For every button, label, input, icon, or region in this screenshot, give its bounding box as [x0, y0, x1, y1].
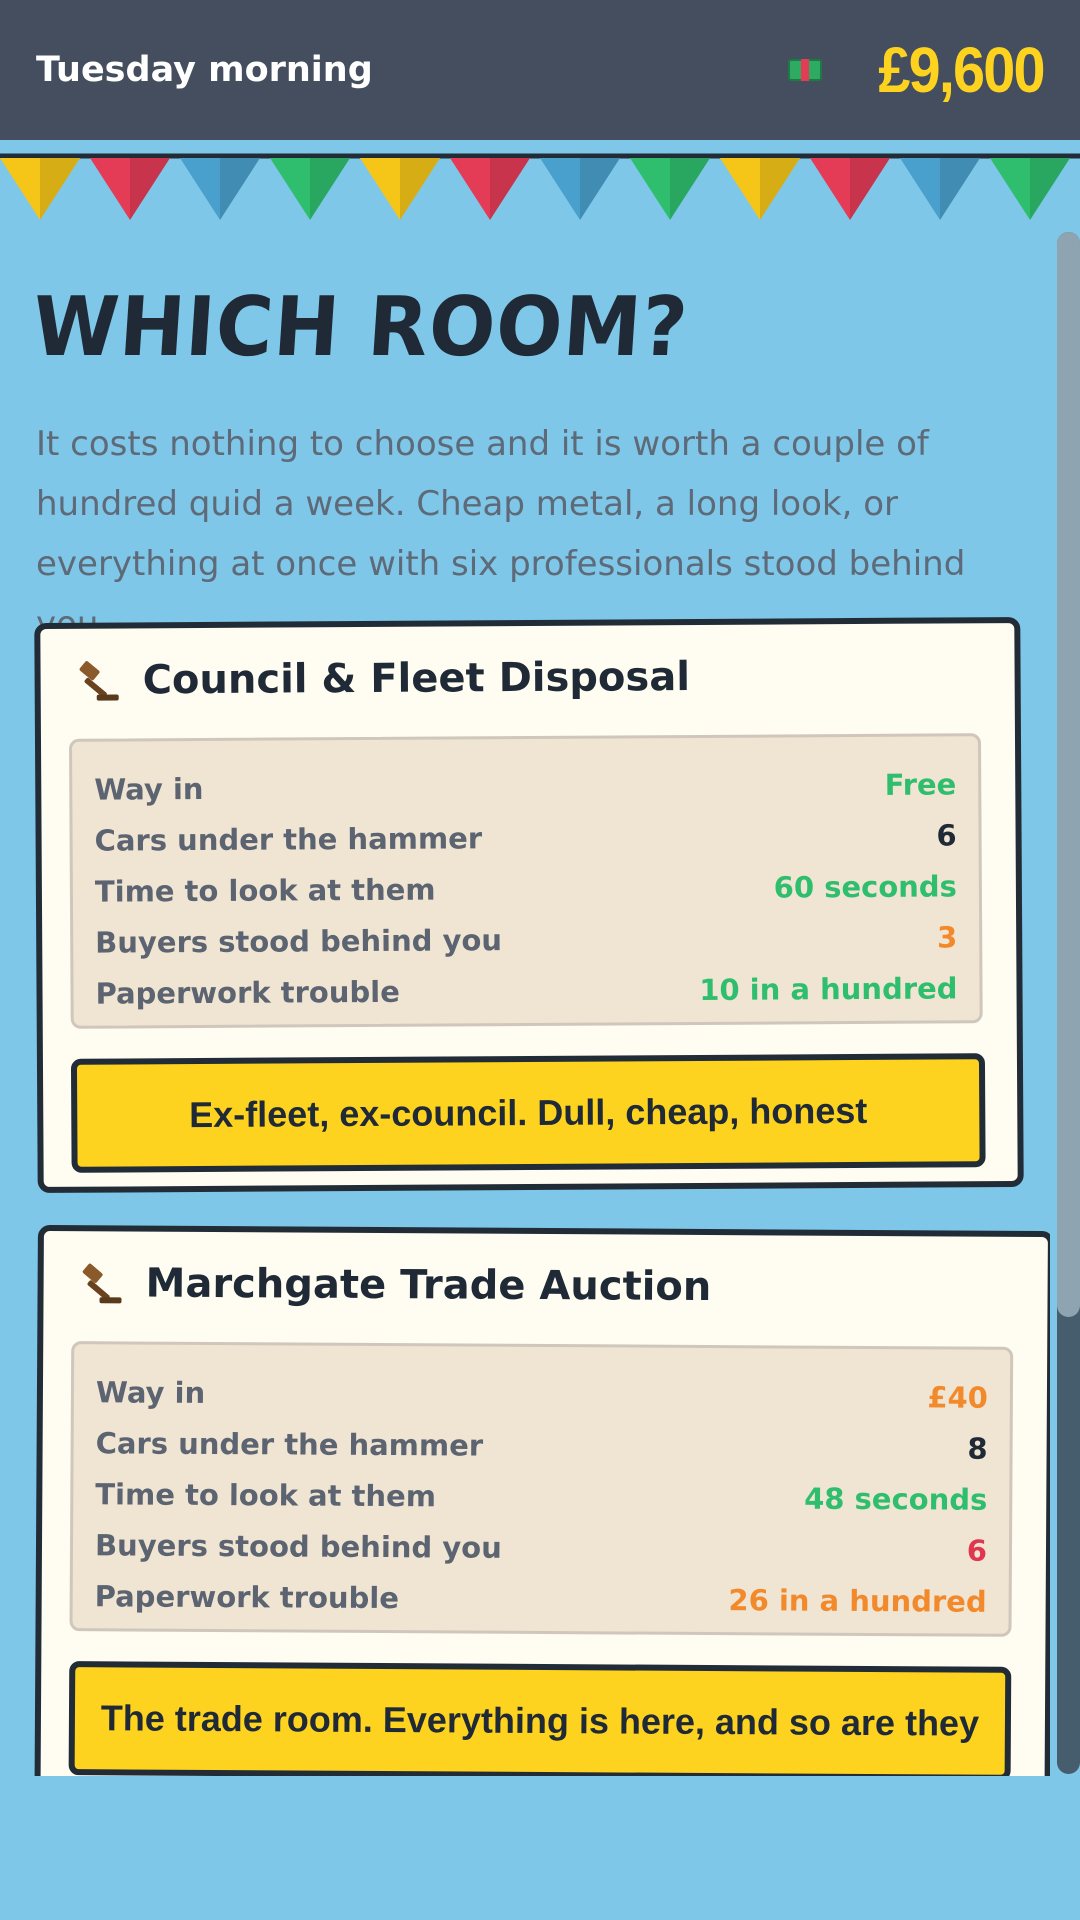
- choose-room-button[interactable]: Ex-fleet, ex-council. Dull, cheap, hones…: [70, 1053, 986, 1173]
- choose-room-button[interactable]: The trade room. Everything is here, and …: [68, 1661, 1012, 1776]
- money-display: £9,600: [788, 33, 1046, 107]
- bunting-decoration: [0, 153, 1080, 220]
- bunting-flag-shade: [220, 158, 260, 220]
- cash-icon: [788, 59, 823, 81]
- gavel-icon: [82, 1263, 122, 1304]
- bunting-flag-shade: [940, 158, 980, 220]
- bunting-flag-shade: [400, 158, 440, 220]
- stat-label: Cars under the hammer: [95, 1425, 484, 1463]
- stat-value: £40: [927, 1379, 989, 1415]
- stat-value: 6: [966, 1533, 988, 1568]
- stat-label: Paperwork trouble: [94, 1578, 400, 1615]
- stat-value: 6: [936, 817, 957, 853]
- stat-value: 26 in a hundred: [728, 1582, 987, 1619]
- stat-label: Time to look at them: [94, 872, 436, 909]
- bunting-flag-shade: [130, 158, 170, 220]
- scrollbar-thumb[interactable]: [1057, 232, 1080, 1317]
- stat-row-buyers: Buyers stood behind you 6: [95, 1519, 987, 1575]
- room-card-marchgate: Marchgate Trade Auction Way in £40 Cars …: [34, 1224, 1050, 1776]
- time-of-day: Tuesday morning: [36, 50, 373, 90]
- bunting-flag-shade: [40, 158, 80, 220]
- stat-value: 48 seconds: [804, 1481, 988, 1517]
- bunting-flag-shade: [490, 158, 530, 220]
- stat-row-cars: Cars under the hammer 6: [94, 809, 956, 865]
- stat-row-time: Time to look at them 48 seconds: [95, 1468, 987, 1524]
- stat-row-way-in: Way in Free: [94, 758, 956, 814]
- bunting-flag-shade: [670, 158, 710, 220]
- stat-row-buyers: Buyers stood behind you 3: [95, 911, 957, 967]
- stat-row-way-in: Way in £40: [96, 1366, 988, 1422]
- bunting-flag-shade: [850, 158, 890, 220]
- room-card-council-fleet: Council & Fleet Disposal Way in Free Car…: [34, 616, 1024, 1194]
- stat-label: Paperwork trouble: [95, 974, 400, 1011]
- page-title: WHICH ROOM?: [29, 280, 692, 375]
- stat-row-paperwork: Paperwork trouble 26 in a hundred: [95, 1570, 987, 1626]
- stat-value: 10 in a hundred: [699, 970, 958, 1007]
- bunting-flag-shade: [760, 158, 800, 220]
- stat-label: Buyers stood behind you: [94, 1527, 502, 1565]
- stat-label: Cars under the hammer: [94, 820, 483, 858]
- stat-value: 3: [936, 919, 958, 955]
- stat-label: Way in: [94, 771, 204, 807]
- room-card-header: Council & Fleet Disposal: [74, 653, 690, 705]
- stat-row-cars: Cars under the hammer 8: [95, 1417, 988, 1473]
- bunting-flag-shade: [1030, 158, 1070, 220]
- stat-label: Buyers stood behind you: [95, 922, 503, 960]
- gavel-icon: [79, 661, 119, 701]
- stat-value: 60 seconds: [773, 868, 957, 905]
- bunting-flag-shade: [310, 158, 350, 220]
- top-bar: Tuesday morning £9,600: [0, 0, 1080, 140]
- stat-label: Time to look at them: [95, 1476, 437, 1513]
- room-card-header: Marchgate Trade Auction: [77, 1259, 711, 1311]
- room-stats: Way in Free Cars under the hammer 6 Time…: [68, 733, 983, 1029]
- room-name: Council & Fleet Disposal: [142, 654, 691, 704]
- stat-row-time: Time to look at them 60 seconds: [95, 860, 957, 916]
- stat-value: Free: [884, 766, 957, 802]
- stat-value: 8: [967, 1431, 988, 1466]
- room-list-scroll-area[interactable]: WHICH ROOM? It costs nothing to choose a…: [0, 224, 1050, 1776]
- room-name: Marchgate Trade Auction: [145, 1260, 712, 1311]
- bunting-flag-shade: [580, 158, 620, 220]
- room-stats: Way in £40 Cars under the hammer 8 Time …: [69, 1341, 1014, 1637]
- money-amount: £9,600: [878, 34, 1046, 106]
- stat-label: Way in: [95, 1374, 206, 1410]
- stat-row-paperwork: Paperwork trouble 10 in a hundred: [95, 962, 957, 1018]
